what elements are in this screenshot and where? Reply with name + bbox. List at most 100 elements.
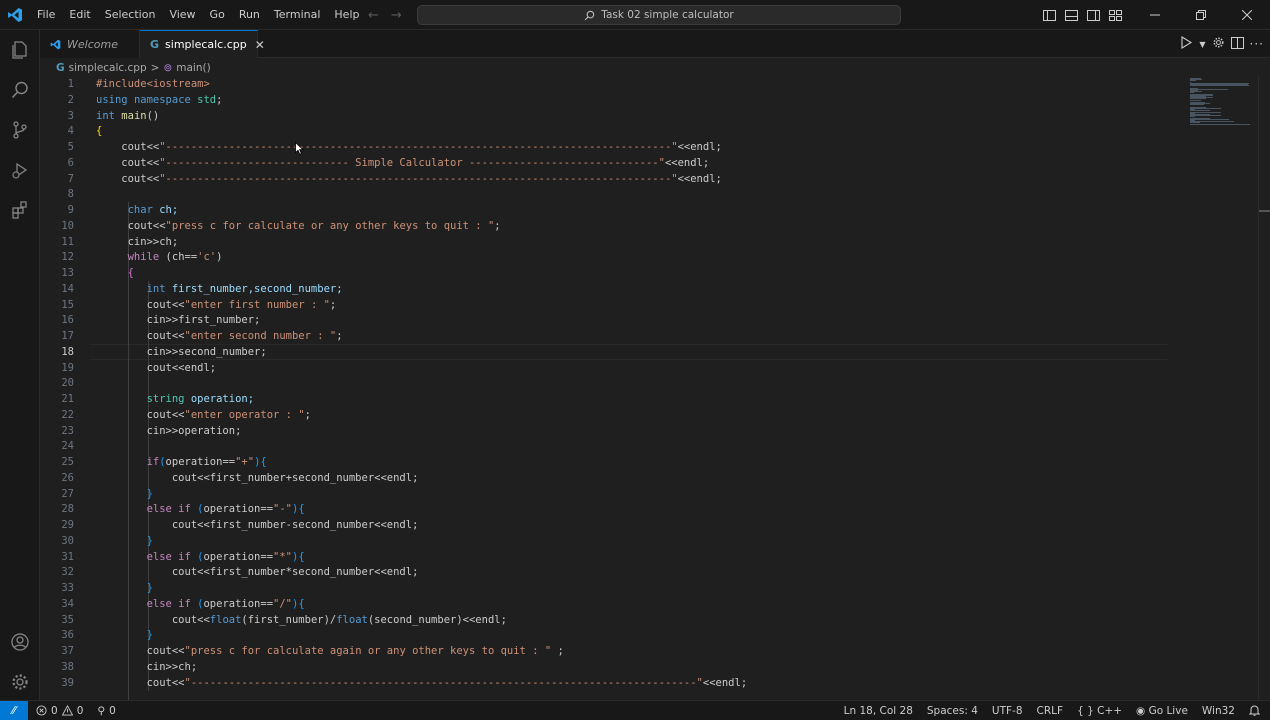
scrollbar-thumb[interactable] — [1259, 210, 1270, 212]
code-line[interactable]: int main() — [96, 109, 159, 125]
cursor-position[interactable]: Ln 18, Col 28 — [844, 705, 913, 717]
code-line[interactable]: { — [96, 266, 134, 282]
code-token: namespace — [133, 93, 198, 106]
run-code-icon[interactable] — [1180, 36, 1193, 52]
line-number: 24 — [61, 440, 74, 453]
code-line[interactable]: if(operation=="+"){ — [96, 455, 267, 471]
code-line[interactable]: cin>>ch; — [96, 235, 179, 251]
code-token: ){ — [292, 550, 305, 563]
run-debug-icon[interactable] — [0, 150, 40, 190]
chevron-down-icon[interactable]: ▼ — [1199, 40, 1205, 49]
menu-file[interactable]: File — [30, 0, 62, 30]
explorer-files-icon[interactable] — [0, 30, 40, 70]
code-line[interactable]: cout<<float(first_number)/float(second_n… — [96, 613, 507, 629]
menu-terminal[interactable]: Terminal — [267, 0, 328, 30]
back-arrow-icon[interactable]: ← — [368, 8, 379, 23]
minimap[interactable] — [1188, 78, 1252, 128]
language-mode[interactable]: { } C++ — [1077, 705, 1122, 717]
platform[interactable]: Win32 — [1202, 705, 1235, 717]
menu-go[interactable]: Go — [203, 0, 232, 30]
code-line[interactable]: cout<<first_number+second_number<<endl; — [96, 471, 419, 487]
code-token: float — [336, 613, 368, 626]
menu-help[interactable]: Help — [327, 0, 366, 30]
command-center-search[interactable]: Task 02 simple calculator — [417, 5, 901, 25]
remote-indicator-button[interactable]: ⁄⁄ — [0, 700, 28, 720]
code-line[interactable]: cout<<"enter operator : "; — [96, 408, 311, 424]
toggle-secondary-sidebar-icon[interactable] — [1082, 0, 1104, 30]
minimize-button[interactable] — [1132, 0, 1178, 30]
line-number: 21 — [61, 393, 74, 405]
indentation[interactable]: Spaces: 4 — [927, 705, 978, 717]
code-line[interactable]: char ch; — [96, 203, 179, 219]
account-icon[interactable] — [0, 622, 40, 662]
code-line[interactable]: cout<<"---------------------------------… — [96, 172, 722, 188]
code-token: cout<<first_number-second_number<<endl; — [96, 519, 419, 531]
toggle-panel-icon[interactable] — [1060, 0, 1082, 30]
code-token: } — [96, 629, 153, 642]
code-line[interactable]: { — [96, 124, 102, 140]
go-live-button[interactable]: ◉ Go Live — [1136, 705, 1188, 717]
problems-indicator[interactable]: 0 0 ⚲ 0 — [28, 705, 116, 717]
close-tab-icon[interactable]: ✕ — [255, 38, 265, 52]
code-line[interactable]: } — [96, 581, 153, 597]
notifications-bell-icon[interactable] — [1248, 704, 1261, 719]
more-actions-icon[interactable]: ··· — [1250, 37, 1264, 51]
line-number: 1 — [67, 78, 74, 90]
code-line[interactable]: cout<<"----------------------------- Sim… — [96, 156, 709, 172]
split-editor-icon[interactable] — [1230, 36, 1244, 52]
extensions-icon[interactable] — [0, 190, 40, 230]
tab-welcome[interactable]: Welcome — [40, 30, 140, 58]
code-line[interactable]: } — [96, 534, 153, 550]
code-line[interactable]: cout<<first_number*second_number<<endl; — [96, 565, 419, 581]
code-line[interactable]: cout<<first_number-second_number<<endl; — [96, 518, 419, 534]
code-line[interactable]: cin>>second_number; — [96, 345, 267, 361]
code-line[interactable]: } — [96, 487, 153, 503]
menu-view[interactable]: View — [162, 0, 202, 30]
restore-button[interactable] — [1178, 0, 1224, 30]
close-icon — [1242, 10, 1252, 20]
line-number: 18 — [61, 345, 74, 358]
end-of-line[interactable]: CRLF — [1037, 705, 1064, 717]
breadcrumb-file[interactable]: simplecalc.cpp — [69, 62, 147, 74]
code-line[interactable]: cout<<"enter second number : "; — [96, 329, 343, 345]
code-line[interactable]: while (ch=='c') — [96, 250, 223, 266]
code-line[interactable]: cout<<"press c for calculate or any othe… — [96, 219, 501, 235]
search-icon[interactable] — [0, 70, 40, 110]
code-line[interactable]: cout<<endl; — [96, 361, 217, 377]
customize-layout-icon[interactable] — [1104, 0, 1126, 30]
code-line[interactable]: #include<iostream> — [96, 77, 210, 93]
code-line[interactable]: cin>>operation; — [96, 424, 242, 440]
breadcrumb-symbol[interactable]: main() — [176, 62, 210, 74]
code-line[interactable]: else if (operation=="-"){ — [96, 502, 305, 518]
code-line[interactable]: cin>>ch; — [96, 660, 198, 676]
settings-gear-icon[interactable] — [0, 662, 40, 702]
code-token: first_number,second_number; — [171, 282, 343, 295]
source-control-icon[interactable] — [0, 110, 40, 150]
code-line[interactable]: cin>>first_number; — [96, 313, 261, 329]
code-line[interactable]: else if (operation=="/"){ — [96, 597, 305, 613]
line-number: 38 — [61, 660, 74, 673]
menu-selection[interactable]: Selection — [98, 0, 163, 30]
code-line[interactable]: cout<<"enter first number : "; — [96, 298, 337, 314]
code-line[interactable]: } — [96, 628, 153, 644]
vertical-scrollbar[interactable] — [1258, 76, 1270, 700]
line-number: 22 — [61, 408, 74, 421]
code-line[interactable]: int first_number,second_number; — [96, 282, 343, 298]
forward-arrow-icon[interactable]: → — [391, 8, 402, 23]
close-window-button[interactable] — [1224, 0, 1270, 30]
code-line[interactable]: string operation; — [96, 392, 254, 408]
code-token: #include<iostream> — [96, 78, 210, 90]
encoding[interactable]: UTF-8 — [992, 705, 1023, 717]
code-line[interactable]: cout<<"---------------------------------… — [96, 140, 722, 156]
toggle-primary-sidebar-icon[interactable] — [1038, 0, 1060, 30]
menu-run[interactable]: Run — [232, 0, 267, 30]
code-line[interactable]: else if (operation=="*"){ — [96, 550, 305, 566]
gear-icon[interactable] — [1212, 36, 1225, 52]
code-token: 'c' — [197, 251, 217, 264]
code-line[interactable]: cout<<"---------------------------------… — [96, 676, 748, 692]
menu-edit[interactable]: Edit — [62, 0, 97, 30]
code-editor[interactable]: 1 2 3 4 5 6 7 8 9 10 11 12 13 14 15 16 17 18 19 20 21 22 23 24 2… — [40, 76, 1258, 700]
tab-simplecalc-cpp[interactable]: G simplecalc.cpp ✕ — [140, 30, 265, 58]
code-line[interactable]: using namespace std; — [96, 93, 222, 109]
code-line[interactable]: cout<<"press c for calculate again or an… — [96, 644, 564, 660]
